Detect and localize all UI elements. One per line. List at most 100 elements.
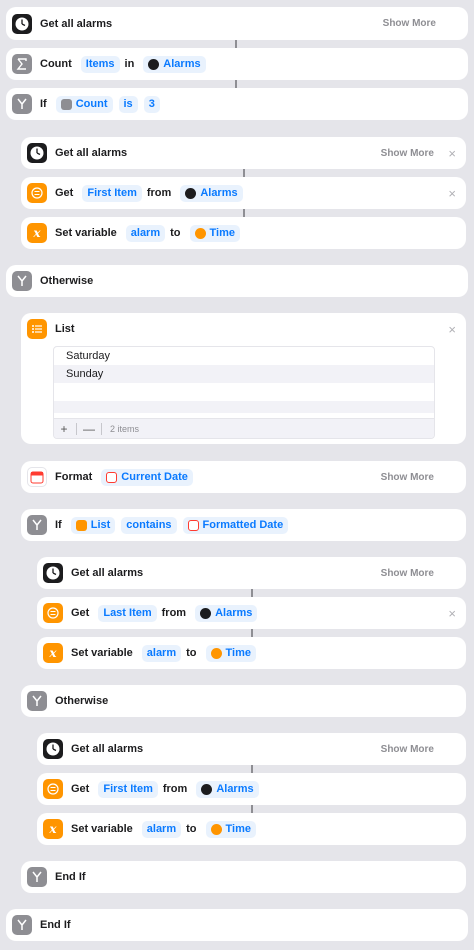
close-icon[interactable]: ×: [448, 187, 456, 200]
item-token[interactable]: Last Item: [98, 604, 157, 622]
items-token[interactable]: Items: [80, 55, 120, 73]
item-token[interactable]: First Item: [98, 780, 158, 798]
item-token[interactable]: First Item: [82, 184, 142, 202]
list-item[interactable]: Saturday: [54, 347, 434, 365]
close-icon[interactable]: ×: [448, 607, 456, 620]
token-label: Alarms: [215, 607, 253, 619]
close-icon[interactable]: ×: [448, 323, 456, 336]
branch-icon: [12, 915, 32, 935]
action-get-item[interactable]: Get First Item from Alarms: [37, 773, 466, 805]
action-get-item[interactable]: Get First Item from Alarms ×: [21, 177, 466, 209]
action-set-variable[interactable]: x Set variable alarm to Time: [37, 813, 466, 845]
show-more-button[interactable]: Show More: [381, 148, 434, 159]
action-title: Get: [71, 783, 90, 795]
connector: [251, 589, 253, 597]
clock-icon: [148, 58, 160, 70]
token-label: Alarms: [216, 783, 254, 795]
action-format-date[interactable]: Format Current Date Show More: [21, 461, 466, 493]
token-label: Alarms: [200, 187, 238, 199]
list-item-icon: [27, 183, 47, 203]
add-item-button[interactable]: +: [54, 422, 74, 436]
action-get-item[interactable]: Get Last Item from Alarms ×: [37, 597, 466, 629]
branch-icon: [12, 94, 32, 114]
action-get-all-alarms[interactable]: Get all alarms Show More: [37, 733, 466, 765]
divider: [101, 422, 102, 435]
connector: [243, 209, 245, 217]
branch-icon: [27, 691, 47, 711]
action-title: Set variable: [71, 823, 133, 835]
list-item-empty[interactable]: [54, 383, 434, 401]
variable-name-token[interactable]: alarm: [141, 644, 182, 662]
variable-x-icon: x: [43, 819, 63, 839]
show-more-button[interactable]: Show More: [381, 472, 434, 483]
alarms-token[interactable]: Alarms: [196, 780, 259, 798]
action-end-if[interactable]: End If: [6, 909, 468, 941]
token-label: Alarms: [163, 58, 201, 70]
action-end-if[interactable]: End If: [21, 861, 466, 893]
current-date-token[interactable]: Current Date: [101, 468, 193, 486]
sigma-icon: [12, 54, 32, 74]
list-icon: [75, 519, 87, 531]
action-title: Otherwise: [55, 695, 109, 707]
action-otherwise[interactable]: Otherwise: [6, 265, 468, 297]
list-item-icon: [43, 779, 63, 799]
show-more-button[interactable]: Show More: [383, 18, 436, 29]
show-more-button[interactable]: Show More: [381, 568, 434, 579]
clock-icon: [43, 563, 63, 583]
token-label: Time: [225, 823, 251, 835]
action-set-variable[interactable]: x Set variable alarm to Time: [21, 217, 466, 249]
condition-token[interactable]: is: [118, 95, 138, 113]
action-get-all-alarms[interactable]: Get all alarms Show More: [6, 7, 468, 40]
variable-name-token[interactable]: alarm: [125, 224, 166, 242]
list-icon: [27, 319, 47, 339]
action-title: Otherwise: [40, 275, 94, 287]
connector: [251, 765, 253, 773]
time-token[interactable]: Time: [205, 644, 256, 662]
alarms-token[interactable]: Alarms: [143, 55, 206, 73]
token-label: Time: [209, 227, 235, 239]
show-more-button[interactable]: Show More: [381, 744, 434, 755]
action-title: End If: [40, 919, 71, 931]
formatted-date-token[interactable]: Formatted Date: [182, 516, 289, 534]
remove-item-button[interactable]: —: [79, 422, 99, 436]
clock-icon: [27, 143, 47, 163]
calendar-icon: [187, 519, 199, 531]
variable-x-icon: x: [27, 223, 47, 243]
action-title: Get: [55, 187, 74, 199]
clock-icon: [43, 739, 63, 759]
action-if[interactable]: If Count is 3: [6, 88, 468, 120]
action-get-all-alarms[interactable]: Get all alarms Show More ×: [21, 137, 466, 169]
item-count: 2 items: [110, 423, 140, 434]
connector: [251, 805, 253, 813]
list-item-icon: [194, 227, 206, 239]
close-icon[interactable]: ×: [448, 147, 456, 160]
action-set-variable[interactable]: x Set variable alarm to Time: [37, 637, 466, 669]
list-footer: + — 2 items: [54, 418, 434, 438]
list-token[interactable]: List: [70, 516, 116, 534]
action-otherwise[interactable]: Otherwise: [21, 685, 466, 717]
list-editor[interactable]: Saturday Sunday + — 2 items: [53, 346, 435, 439]
time-token[interactable]: Time: [205, 820, 256, 838]
action-title: Get: [71, 607, 90, 619]
action-if[interactable]: If List contains Formatted Date: [21, 509, 466, 541]
list-item[interactable]: Sunday: [54, 365, 434, 383]
condition-token[interactable]: contains: [121, 516, 177, 534]
alarms-token[interactable]: Alarms: [180, 184, 243, 202]
in-label: in: [124, 58, 135, 70]
clock-icon: [201, 783, 213, 795]
action-get-all-alarms[interactable]: Get all alarms Show More: [37, 557, 466, 589]
action-title: Get all alarms: [71, 743, 144, 755]
count-token[interactable]: Count: [55, 95, 113, 113]
branch-icon: [27, 867, 47, 887]
action-title: Get all alarms: [40, 17, 113, 30]
value-token[interactable]: 3: [143, 95, 160, 113]
list-item-empty[interactable]: [54, 401, 434, 413]
action-count[interactable]: Count Items in Alarms: [6, 48, 468, 80]
alarms-token[interactable]: Alarms: [195, 604, 258, 622]
to-label: to: [186, 647, 197, 659]
time-token[interactable]: Time: [189, 224, 240, 242]
variable-name-token[interactable]: alarm: [141, 820, 182, 838]
connector: [235, 40, 237, 48]
action-title: If: [40, 98, 47, 110]
sigma-icon: [60, 98, 72, 110]
